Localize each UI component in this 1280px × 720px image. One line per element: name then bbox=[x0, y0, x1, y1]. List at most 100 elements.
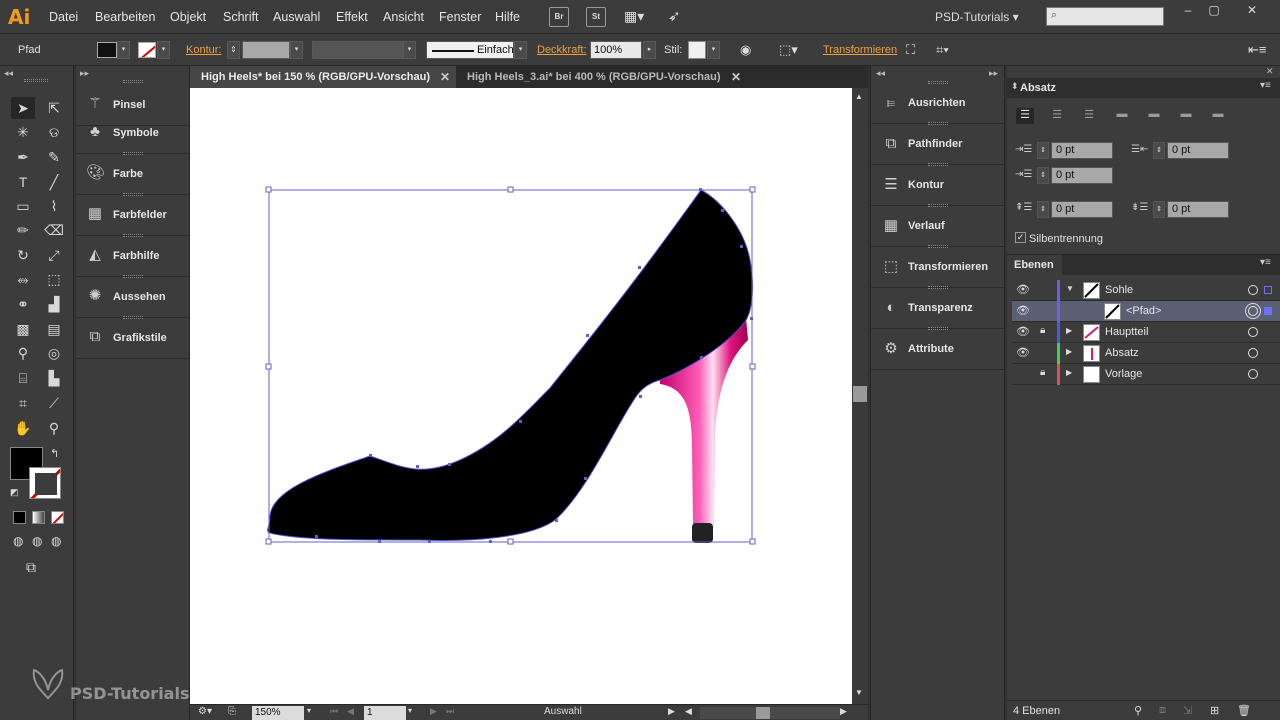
hscroll-left-icon[interactable]: ◀ bbox=[685, 706, 692, 717]
stroke-color-box[interactable] bbox=[29, 467, 61, 499]
clipping-mask-icon[interactable]: ⧈ bbox=[1159, 704, 1166, 717]
selection-indicator[interactable] bbox=[1264, 307, 1272, 315]
space-after-stepper[interactable]: ⇕ bbox=[1153, 201, 1165, 218]
menu-auswahl[interactable]: Auswahl bbox=[273, 10, 320, 24]
expand-dock-icon[interactable]: ▸▸ bbox=[989, 68, 998, 79]
pen-tool-icon[interactable]: ✒ bbox=[11, 146, 35, 168]
expand-triangle-icon[interactable]: ▶ bbox=[1066, 347, 1072, 356]
target-circle-icon[interactable] bbox=[1248, 285, 1258, 295]
scroll-thumb[interactable] bbox=[853, 386, 867, 402]
gradient-tool-icon[interactable]: ▤ bbox=[42, 318, 66, 340]
slice-tool-icon[interactable]: ⟋ bbox=[42, 392, 66, 414]
fill-dropdown[interactable]: ▾ bbox=[117, 41, 130, 59]
selection-tool-icon[interactable]: ➤ bbox=[11, 97, 35, 119]
stroke-weight-stepper[interactable]: ⇕ bbox=[227, 41, 240, 59]
paragraph-panel-title[interactable]: Absatz bbox=[1020, 82, 1056, 94]
justify-center-icon[interactable]: ▬ bbox=[1145, 108, 1163, 124]
panel-menu-icon[interactable]: ⇤≡ bbox=[1248, 42, 1266, 58]
draw-inside-icon[interactable]: ◍ bbox=[51, 534, 61, 548]
free-transform-tool-icon[interactable]: ⬚ bbox=[42, 268, 66, 290]
layer-row-pfad[interactable]: 👁︎ <Pfad> bbox=[1012, 301, 1280, 322]
dock-item-transparenz[interactable]: ◐ Transparenz bbox=[871, 288, 1006, 329]
hyphenation-checkbox[interactable]: ✓ bbox=[1015, 232, 1026, 243]
tab-high-heels[interactable]: High Heels* bei 150 % (RGB/GPU-Vorschau)… bbox=[190, 66, 456, 88]
dock-item-symbole[interactable]: ♣ Symbole bbox=[76, 113, 190, 154]
dock-item-farbe[interactable]: 🎨︎ Farbe bbox=[76, 154, 190, 195]
zoom-tool-icon[interactable]: ⚲ bbox=[42, 417, 66, 439]
swap-colors-icon[interactable]: ↰ bbox=[50, 447, 59, 460]
left-indent-stepper[interactable]: ⇕ bbox=[1037, 142, 1049, 159]
dock-item-attribute[interactable]: ⚙ Attribute bbox=[871, 329, 1006, 370]
hscroll-thumb[interactable] bbox=[756, 707, 770, 719]
graphic-style-dropdown[interactable]: ▾ bbox=[707, 41, 720, 59]
visibility-eye-icon[interactable]: 👁︎ bbox=[1016, 283, 1030, 296]
next-artboard-icon[interactable]: ▶ bbox=[430, 706, 437, 717]
target-circle-icon[interactable] bbox=[1248, 306, 1258, 316]
first-line-indent-field[interactable]: 0 pt bbox=[1051, 167, 1113, 184]
curvature-tool-icon[interactable]: ✎ bbox=[42, 146, 66, 168]
menu-datei[interactable]: Datei bbox=[49, 10, 78, 24]
close-tab-icon[interactable]: ✕ bbox=[731, 66, 741, 88]
stroke-dropdown[interactable]: ▾ bbox=[157, 41, 170, 59]
arrange-documents-icon[interactable]: ▦▾ bbox=[624, 8, 644, 25]
layer-row-sohle[interactable]: 👁︎ ▼ Sohle bbox=[1012, 280, 1280, 301]
layers-panel-title[interactable]: Ebenen bbox=[1014, 259, 1054, 271]
recolor-icon[interactable]: ◉ bbox=[740, 42, 751, 58]
align-to-icon[interactable]: ⬚▾ bbox=[779, 42, 798, 58]
column-graph-tool-icon[interactable]: ▙ bbox=[42, 367, 66, 389]
layer-name[interactable]: Absatz bbox=[1105, 347, 1139, 359]
gradient-mode-button[interactable] bbox=[32, 511, 45, 524]
minimize-button[interactable]: – bbox=[1177, 3, 1199, 19]
artboard-canvas[interactable] bbox=[190, 88, 852, 704]
expand-dock-icon[interactable]: ▸▸ bbox=[80, 68, 89, 79]
dock-item-grafikstile[interactable]: ⧉ Grafikstile bbox=[76, 318, 190, 359]
lasso-tool-icon[interactable]: ଡ bbox=[42, 121, 66, 143]
tab-high-heels-3[interactable]: High Heels_3.ai* bei 400 % (RGB/GPU-Vors… bbox=[456, 66, 746, 88]
layer-name[interactable]: Sohle bbox=[1105, 284, 1133, 296]
menu-hilfe[interactable]: Hilfe bbox=[495, 10, 520, 24]
new-sublayer-icon[interactable]: ⇲ bbox=[1183, 704, 1192, 717]
scale-tool-icon[interactable]: ⤢ bbox=[42, 244, 66, 266]
line-tool-icon[interactable]: ╱ bbox=[42, 171, 66, 193]
dock-item-kontur[interactable]: ☰ Kontur bbox=[871, 165, 1006, 206]
pencil-tool-icon[interactable]: ✏ bbox=[11, 219, 35, 241]
hscroll-right-icon[interactable]: ▶ bbox=[840, 706, 847, 717]
selection-indicator[interactable] bbox=[1264, 286, 1272, 294]
first-artboard-icon[interactable]: ⏮ bbox=[330, 706, 338, 717]
visibility-eye-icon[interactable]: 👁︎ bbox=[1016, 346, 1030, 359]
menu-fenster[interactable]: Fenster bbox=[439, 10, 481, 24]
artboard-tool-icon[interactable]: ⌗ bbox=[11, 392, 35, 414]
stroke-style-dropdown[interactable]: ▾ bbox=[514, 41, 527, 59]
dock-item-aussehen[interactable]: ✺ Aussehen bbox=[76, 277, 190, 318]
target-circle-icon[interactable] bbox=[1248, 348, 1258, 358]
width-tool-icon[interactable]: ⥈ bbox=[11, 268, 35, 290]
close-panel-icon[interactable]: ✕ bbox=[1266, 66, 1274, 77]
align-right-icon[interactable]: ☰ bbox=[1080, 108, 1098, 124]
layer-name[interactable]: Hauptteil bbox=[1105, 326, 1148, 338]
status-tool-label[interactable]: Auswahl bbox=[544, 706, 582, 717]
type-tool-icon[interactable]: T bbox=[11, 171, 35, 193]
last-artboard-icon[interactable]: ⏭ bbox=[446, 706, 454, 717]
graphic-style-swatch[interactable] bbox=[688, 41, 706, 59]
layer-row-vorlage[interactable]: 🔒︎ ▶ Vorlage bbox=[1012, 364, 1280, 385]
target-circle-icon[interactable] bbox=[1248, 327, 1258, 337]
rotate-tool-icon[interactable]: ↻ bbox=[11, 244, 35, 266]
envelope-icon[interactable]: ⌗▾ bbox=[936, 42, 949, 58]
prev-artboard-icon[interactable]: ◀ bbox=[347, 706, 354, 717]
delete-layer-icon[interactable]: 🗑︎ bbox=[1237, 704, 1251, 717]
space-before-stepper[interactable]: ⇕ bbox=[1037, 201, 1049, 218]
search-input[interactable]: ⌕ bbox=[1046, 7, 1164, 26]
locate-object-icon[interactable]: ⚲ bbox=[1134, 704, 1142, 717]
artboard-number-field[interactable]: 1 bbox=[364, 706, 406, 720]
draw-behind-icon[interactable]: ◍ bbox=[32, 534, 42, 548]
new-layer-icon[interactable]: ⊞ bbox=[1210, 704, 1219, 717]
eraser-tool-icon[interactable]: ⌫ bbox=[42, 219, 66, 241]
magic-wand-tool-icon[interactable]: ✳ bbox=[11, 121, 35, 143]
collapse-icon[interactable]: ◂◂ bbox=[4, 68, 13, 79]
lock-icon[interactable]: 🔒︎ bbox=[1040, 367, 1045, 378]
opacity-dropdown[interactable]: ▸ bbox=[643, 41, 656, 59]
symbol-sprayer-tool-icon[interactable]: ⌸ bbox=[11, 367, 35, 389]
expand-triangle-icon[interactable]: ▶ bbox=[1066, 326, 1072, 335]
panel-menu-icon[interactable]: ▾≡ bbox=[1260, 80, 1271, 91]
panel-grip[interactable] bbox=[24, 79, 48, 82]
